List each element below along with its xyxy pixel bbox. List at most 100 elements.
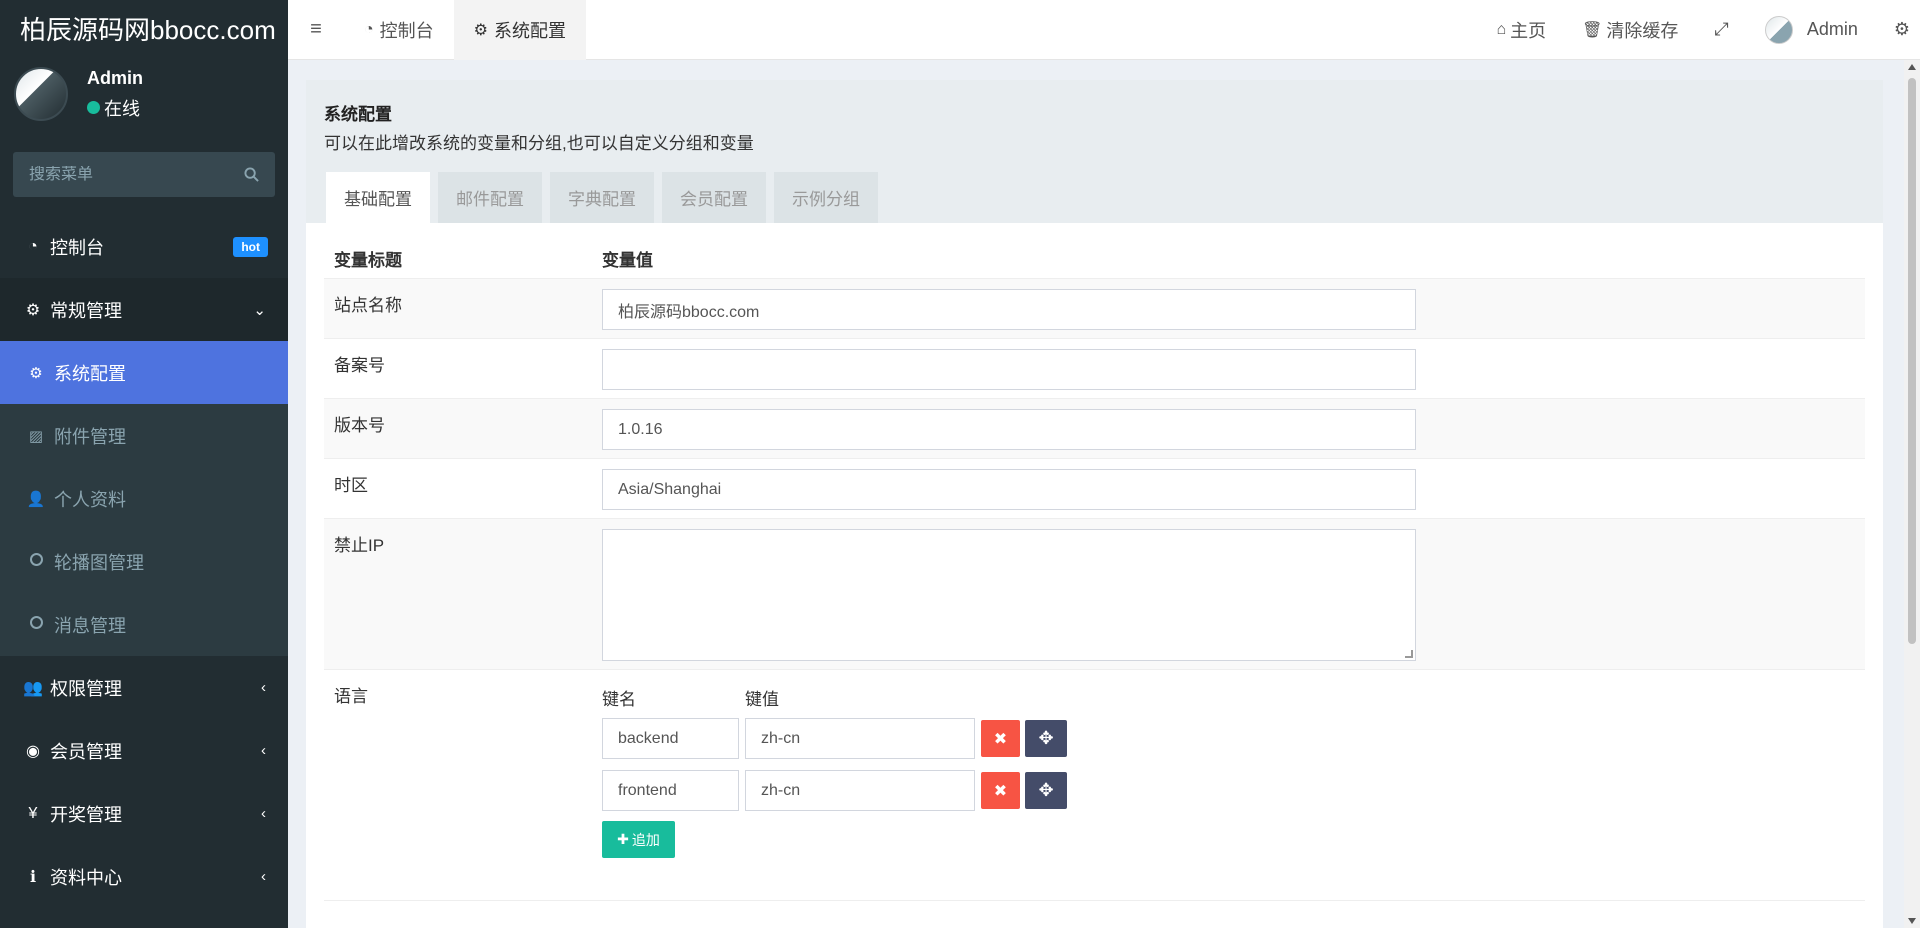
- column-header-title: 变量标题: [334, 251, 402, 270]
- drag-row-button[interactable]: ✥: [1025, 772, 1067, 809]
- beian-input[interactable]: [602, 349, 1416, 390]
- sidebar-item-lottery[interactable]: ¥ 开奖管理 ‹: [0, 782, 288, 845]
- sidebar-item-label: 权限管理: [50, 678, 122, 699]
- row-label: 时区: [334, 476, 368, 495]
- move-icon: ✥: [1038, 780, 1054, 800]
- chevron-left-icon: ‹: [261, 742, 266, 759]
- drag-row-button[interactable]: ✥: [1025, 720, 1067, 757]
- kv-key-input[interactable]: backend: [602, 718, 739, 759]
- kv-header: 键名 键值: [602, 682, 1067, 712]
- user-menu[interactable]: Admin: [1747, 15, 1876, 44]
- kv-value-input[interactable]: zh-cn: [745, 770, 975, 811]
- cogs-icon: ⚙: [1893, 19, 1910, 39]
- row-label: 语言: [334, 687, 368, 706]
- sidebar-item-attachments[interactable]: ▨ 附件管理: [0, 404, 288, 467]
- sidebar-item-label: 消息管理: [54, 615, 126, 636]
- home-icon: ⌂: [1496, 20, 1507, 38]
- site-name-input[interactable]: 柏辰源码bbocc.com: [602, 289, 1416, 330]
- row-label: 禁止IP: [334, 536, 385, 555]
- user-menu-name: Admin: [1806, 19, 1858, 39]
- delete-row-button[interactable]: ✖: [981, 720, 1020, 757]
- clear-cache-button[interactable]: 🗑 清除缓存: [1564, 17, 1696, 43]
- sidebar-item-members[interactable]: ◉ 会员管理 ‹: [0, 719, 288, 782]
- user-circle-icon: ◉: [26, 742, 40, 760]
- tab-basic[interactable]: 基础配置: [326, 172, 430, 223]
- user-name: Admin: [87, 67, 143, 88]
- tab-email[interactable]: 邮件配置: [438, 172, 542, 223]
- control-sidebar-button[interactable]: ⚙: [1876, 19, 1920, 40]
- chevron-down-icon: ⌄: [253, 301, 266, 319]
- kv-key-input[interactable]: frontend: [602, 770, 739, 811]
- close-icon: ✖: [993, 782, 1008, 800]
- table-header: 变量标题 变量值: [324, 239, 1865, 279]
- sidebar-item-general[interactable]: ⚙ 常规管理 ⌄: [0, 278, 288, 341]
- tab-dashboard[interactable]: ◔ 控制台: [344, 0, 454, 60]
- sidebar-item-system-config[interactable]: ⚙ 系统配置: [0, 341, 288, 404]
- close-icon: ✖: [993, 730, 1008, 748]
- hot-badge: hot: [233, 236, 268, 257]
- sidebar-item-resources[interactable]: ℹ 资料中心 ‹: [0, 845, 288, 908]
- header-actions: ⌂ 主页 🗑 清除缓存 ⤢ Admin ⚙: [1478, 0, 1920, 60]
- chevron-left-icon: ‹: [261, 868, 266, 885]
- user-panel: Admin 在线: [0, 56, 288, 132]
- row-label: 版本号: [334, 416, 385, 435]
- yen-icon: ¥: [28, 804, 38, 822]
- home-label: 主页: [1510, 20, 1547, 41]
- sidebar-item-carousel[interactable]: 轮播图管理: [0, 530, 288, 593]
- tab-label: 系统配置: [494, 20, 567, 41]
- config-panel: 系统配置 可以在此增改系统的变量和分组,也可以自定义分组和变量 基础配置 邮件配…: [306, 80, 1883, 928]
- sidebar-item-label: 开奖管理: [50, 804, 122, 825]
- kv-row: frontend zh-cn ✖ ✥: [602, 770, 1067, 811]
- tab-label: 控制台: [379, 20, 434, 41]
- dashboard-icon: ◔: [28, 237, 38, 255]
- menu-toggle-icon[interactable]: ≡: [288, 18, 344, 41]
- kv-value-input[interactable]: zh-cn: [745, 718, 975, 759]
- delete-row-button[interactable]: ✖: [981, 772, 1020, 809]
- page-scrollbar[interactable]: [1904, 60, 1920, 928]
- fullscreen-button[interactable]: ⤢: [1696, 19, 1746, 40]
- gear-icon: ⚙: [29, 364, 43, 382]
- version-input[interactable]: 1.0.16: [602, 409, 1416, 450]
- scroll-thumb[interactable]: [1908, 78, 1916, 644]
- top-navbar: ≡ ◔ 控制台 ⚙ 系统配置 ⌂ 主页 🗑 清除缓存 ⤢ Admin ⚙: [288, 0, 1920, 60]
- key-column-label: 键名: [602, 689, 636, 709]
- sidebar-item-label: 轮播图管理: [54, 552, 144, 573]
- plus-icon: ✚: [617, 831, 629, 847]
- page-description: 可以在此增改系统的变量和分组,也可以自定义分组和变量: [324, 134, 754, 153]
- main-content: 系统配置 可以在此增改系统的变量和分组,也可以自定义分组和变量 基础配置 邮件配…: [288, 60, 1900, 928]
- resize-handle-icon[interactable]: [1405, 650, 1413, 658]
- forbidden-ip-textarea[interactable]: [602, 529, 1416, 661]
- app-logo[interactable]: 柏辰源码网bbocc.com: [0, 0, 288, 56]
- menu-search-input[interactable]: [29, 165, 229, 184]
- tab-member[interactable]: 会员配置: [662, 172, 766, 223]
- group-icon: 👥: [23, 679, 43, 697]
- sidebar-item-messages[interactable]: 消息管理: [0, 593, 288, 656]
- search-icon[interactable]: [244, 167, 259, 182]
- trash-icon: 🗑: [1582, 21, 1603, 39]
- table-row: 备案号: [324, 339, 1865, 399]
- info-circle-icon: ℹ: [29, 868, 37, 886]
- table-row: 时区 Asia/Shanghai: [324, 459, 1865, 519]
- home-link[interactable]: ⌂ 主页: [1478, 17, 1564, 43]
- sidebar-item-label: 个人资料: [54, 489, 126, 510]
- submenu-general: ⚙ 系统配置 ▨ 附件管理 👤 个人资料 轮播图管理 消息管理: [0, 341, 288, 656]
- avatar: [1764, 15, 1793, 44]
- tab-dictionary[interactable]: 字典配置: [550, 172, 654, 223]
- user-status-text: 在线: [104, 98, 140, 119]
- tab-system-config[interactable]: ⚙ 系统配置: [453, 0, 587, 60]
- tab-example[interactable]: 示例分组: [774, 172, 878, 223]
- append-button[interactable]: ✚ 追加: [602, 821, 675, 858]
- sidebar-item-profile[interactable]: 👤 个人资料: [0, 467, 288, 530]
- dashboard-icon: ◔: [364, 20, 374, 38]
- sidebar-item-label: 控制台: [50, 237, 104, 258]
- cogs-icon: ⚙: [25, 301, 41, 319]
- menu-search: [13, 152, 275, 197]
- scroll-up-icon[interactable]: [1908, 64, 1916, 70]
- timezone-input[interactable]: Asia/Shanghai: [602, 469, 1416, 510]
- page-title: 系统配置: [324, 105, 392, 124]
- scroll-down-icon[interactable]: [1908, 918, 1916, 924]
- sidebar-item-permissions[interactable]: 👥 权限管理 ‹: [0, 656, 288, 719]
- sidebar-item-dashboard[interactable]: ◔ 控制台 hot: [0, 215, 288, 278]
- sidebar: 柏辰源码网bbocc.com Admin 在线 ◔ 控制台 hot ⚙ 常规管理…: [0, 0, 288, 928]
- chevron-left-icon: ‹: [261, 805, 266, 822]
